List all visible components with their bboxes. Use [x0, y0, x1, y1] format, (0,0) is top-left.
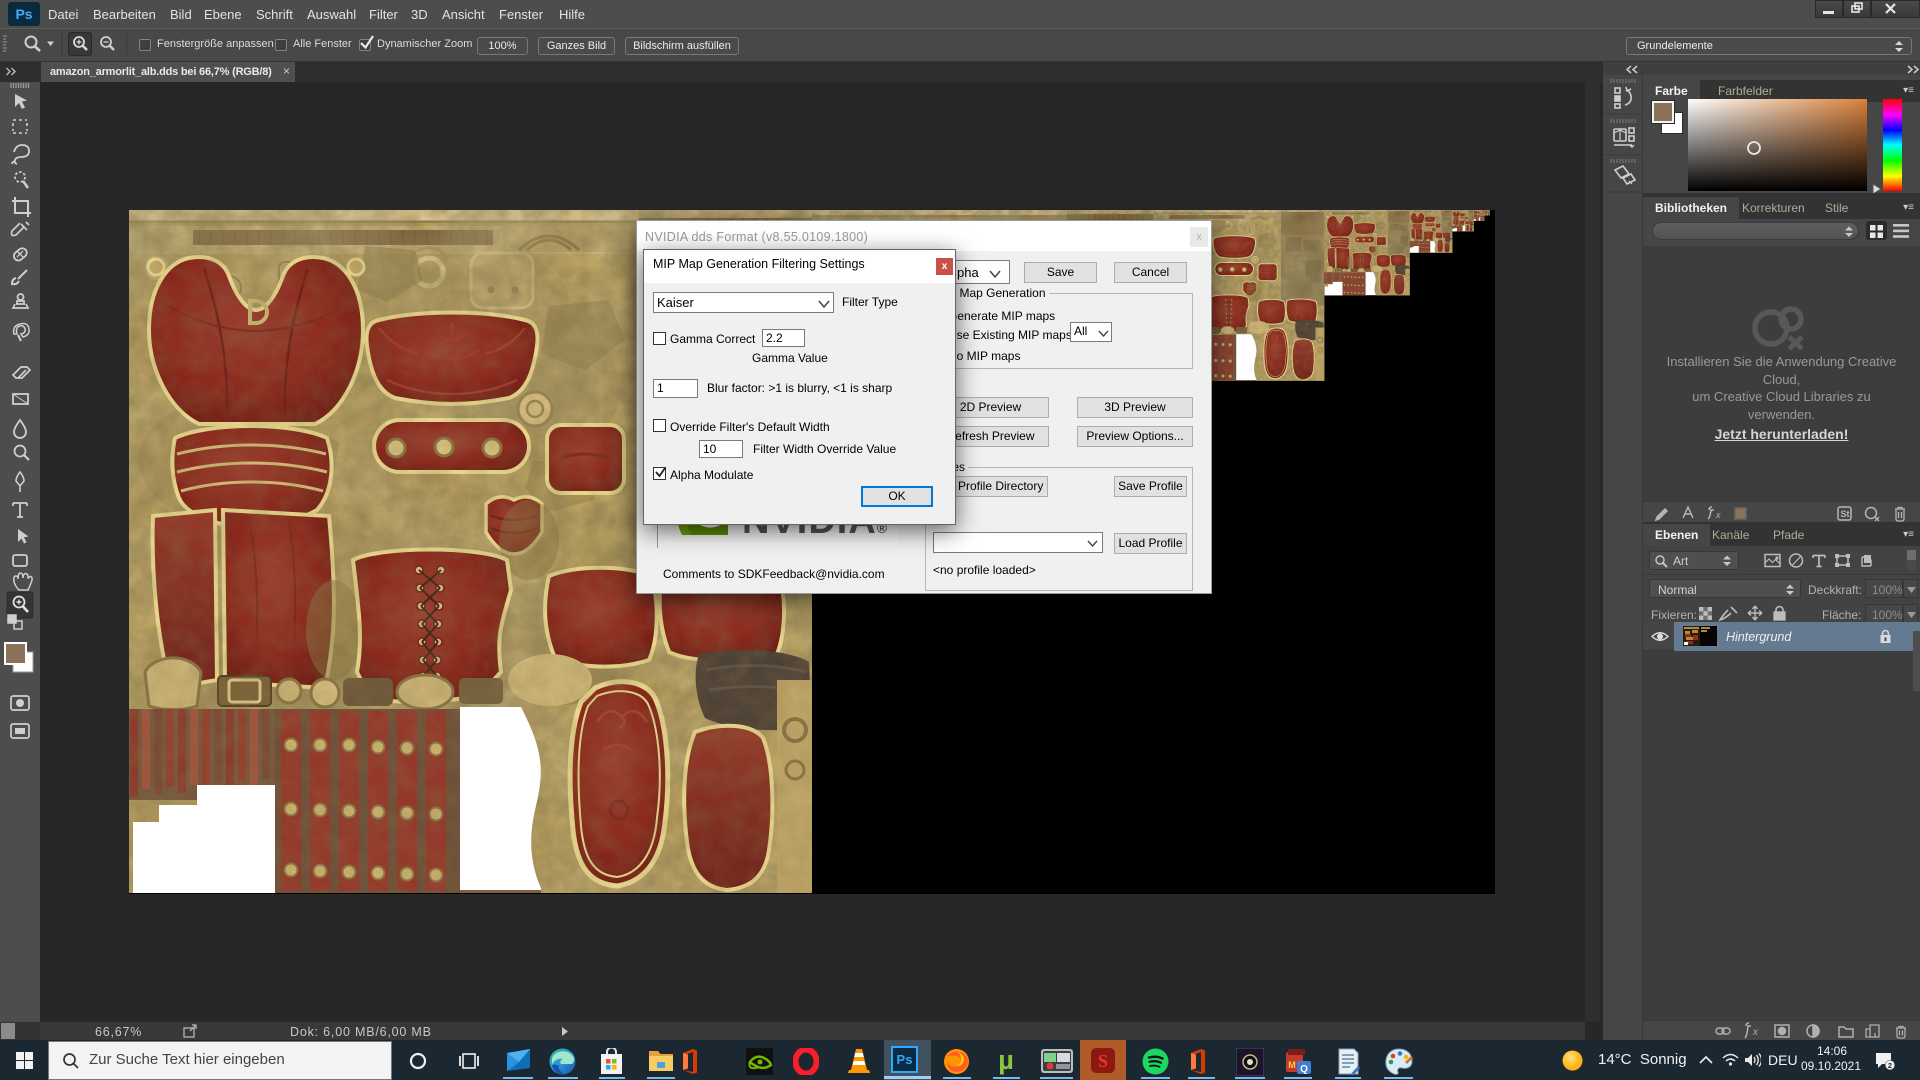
svg-text:Q: Q — [1300, 1064, 1308, 1075]
svg-text:2: 2 — [1888, 1061, 1892, 1070]
svg-text:St: St — [1841, 509, 1850, 519]
svg-text:M: M — [1288, 1060, 1296, 1070]
svg-text:x: x — [1715, 510, 1721, 520]
svg-text:x: x — [1752, 1027, 1759, 1038]
svg-text:S: S — [1098, 1051, 1108, 1071]
